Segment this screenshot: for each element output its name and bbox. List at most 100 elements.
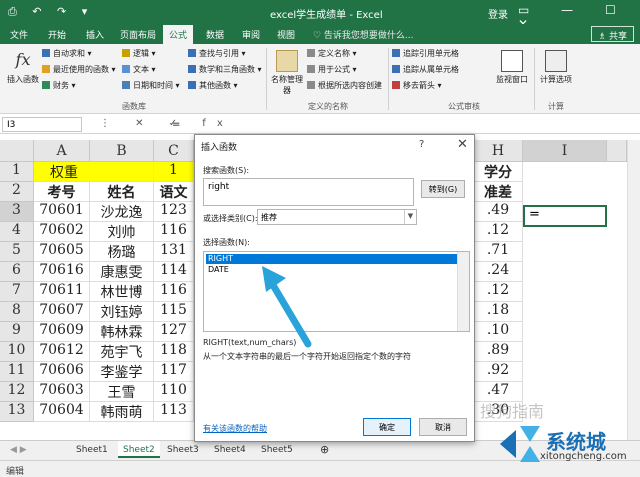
tab-view[interactable]: 视图 [277, 28, 295, 41]
logical-button[interactable]: 逻辑 ▾ [122, 48, 156, 59]
table-cell[interactable]: 70601 [34, 202, 90, 222]
table-cell[interactable]: 114 [154, 262, 194, 282]
table-cell[interactable]: 113 [154, 402, 194, 422]
column-header-i[interactable]: I [523, 140, 607, 162]
share-button[interactable]: ♗ 共享 [591, 26, 634, 42]
table-cell[interactable]: 70612 [34, 342, 90, 362]
row-header[interactable]: 13 [0, 402, 34, 422]
column-header-h[interactable]: H [474, 140, 523, 162]
column-header-b[interactable]: B [90, 140, 154, 162]
calc-options-button[interactable]: 计算选项 [537, 50, 575, 85]
row-header[interactable]: 12 [0, 382, 34, 402]
table-cell[interactable]: 70609 [34, 322, 90, 342]
use-in-formula-button[interactable]: 用于公式 ▾ [307, 64, 357, 75]
lookup-button[interactable]: 查找与引用 ▾ [188, 48, 246, 59]
table-cell[interactable]: 110 [154, 382, 194, 402]
select-all-corner[interactable] [0, 140, 34, 162]
function-item-date[interactable]: DATE [206, 265, 458, 275]
sheet-tab-2[interactable]: Sheet2 [118, 441, 160, 458]
row-header[interactable]: 11 [0, 362, 34, 382]
name-box[interactable]: I3 [2, 117, 82, 132]
sheet-tab-5[interactable]: Sheet5 [261, 445, 293, 455]
close-icon[interactable]: ✕ [457, 137, 468, 152]
table-cell[interactable]: 70611 [34, 282, 90, 302]
function-list[interactable]: RIGHT DATE [203, 251, 470, 332]
row-header[interactable]: 4 [0, 222, 34, 242]
login-link[interactable]: 登录 [488, 6, 508, 21]
tab-formulas[interactable]: 公式 [163, 25, 194, 44]
remove-arrows-button[interactable]: 移去箭头 ▾ [392, 80, 442, 91]
table-cell[interactable]: .10 [474, 322, 523, 342]
row-header[interactable]: 8 [0, 302, 34, 322]
table-cell[interactable]: 杨璐 [90, 242, 154, 262]
table-cell[interactable]: 韩雨萌 [90, 402, 154, 422]
table-cell[interactable]: 沙龙逸 [90, 202, 154, 222]
define-name-button[interactable]: 定义名称 ▾ [307, 48, 357, 59]
table-cell[interactable]: 123 [154, 202, 194, 222]
tab-page-layout[interactable]: 页面布局 [120, 28, 156, 41]
trace-precedents-button[interactable]: 追踪引用单元格 [392, 48, 459, 59]
cell-c2[interactable]: 语文 [154, 182, 194, 202]
cell-h2[interactable]: 准差 [474, 182, 523, 202]
table-cell[interactable]: 127 [154, 322, 194, 342]
row-header[interactable]: 1 [0, 162, 34, 182]
tab-file[interactable]: 文件 [10, 28, 28, 41]
tab-data[interactable]: 数据 [206, 28, 224, 41]
row-header[interactable]: 2 [0, 182, 34, 202]
row-header[interactable]: 5 [0, 242, 34, 262]
financial-button[interactable]: 财务 ▾ [42, 80, 76, 91]
table-cell[interactable]: 70603 [34, 382, 90, 402]
table-cell[interactable]: 刘钰婷 [90, 302, 154, 322]
table-cell[interactable]: 康惠雯 [90, 262, 154, 282]
tab-review[interactable]: 审阅 [242, 28, 260, 41]
table-cell[interactable]: 118 [154, 342, 194, 362]
function-help-link[interactable]: 有关该函数的帮助 [203, 423, 267, 434]
tab-home[interactable]: 开始 [48, 28, 66, 41]
table-cell[interactable]: 70602 [34, 222, 90, 242]
table-cell[interactable]: 苑宇飞 [90, 342, 154, 362]
datetime-button[interactable]: 日期和时间 ▾ [122, 80, 180, 91]
table-cell[interactable]: .18 [474, 302, 523, 322]
table-cell[interactable]: .49 [474, 202, 523, 222]
table-cell[interactable]: 116 [154, 282, 194, 302]
formula-buttons[interactable]: ⋮ ✕ ✓ fx [100, 118, 234, 129]
table-cell[interactable]: .24 [474, 262, 523, 282]
ok-button[interactable]: 确定 [363, 418, 411, 436]
trace-dependents-button[interactable]: 追踪从属单元格 [392, 64, 459, 75]
function-item-right[interactable]: RIGHT [206, 254, 458, 264]
table-cell[interactable]: 70604 [34, 402, 90, 422]
watch-window-button[interactable]: 监视窗口 [492, 50, 532, 85]
tab-insert[interactable]: 插入 [86, 28, 104, 41]
category-select[interactable]: 推荐 ▼ [257, 209, 417, 225]
table-cell[interactable]: 70607 [34, 302, 90, 322]
insert-function-button[interactable]: fx 插入函数 [4, 50, 42, 85]
cancel-button[interactable]: 取消 [419, 418, 467, 436]
row-header[interactable]: 9 [0, 322, 34, 342]
more-functions-button[interactable]: 其他函数 ▾ [188, 80, 238, 91]
quick-access-toolbar[interactable]: ⎙ ↶ ↷ ▾ [8, 5, 93, 19]
table-cell[interactable]: 70606 [34, 362, 90, 382]
row-header[interactable]: 10 [0, 342, 34, 362]
cell-a2[interactable]: 考号 [34, 182, 90, 202]
column-header-a[interactable]: A [34, 140, 90, 162]
sheet-tab-4[interactable]: Sheet4 [214, 445, 246, 455]
table-cell[interactable]: 70616 [34, 262, 90, 282]
search-input[interactable]: right [203, 178, 414, 206]
text-button[interactable]: 文本 ▾ [122, 64, 156, 75]
active-cell-i3[interactable]: = [523, 205, 607, 227]
formula-input[interactable]: = [172, 119, 180, 130]
name-manager-button[interactable]: 名称管理器 [270, 50, 304, 96]
add-sheet-button[interactable]: ⊕ [320, 443, 329, 456]
recent-functions-button[interactable]: 最近使用的函数 ▾ [42, 64, 116, 75]
column-header-j[interactable] [607, 140, 627, 162]
table-cell[interactable]: .89 [474, 342, 523, 362]
sheet-tab-1[interactable]: Sheet1 [76, 445, 108, 455]
table-cell[interactable]: .12 [474, 282, 523, 302]
table-cell[interactable]: .12 [474, 222, 523, 242]
table-cell[interactable]: .92 [474, 362, 523, 382]
table-cell[interactable]: 王雪 [90, 382, 154, 402]
table-cell[interactable]: .71 [474, 242, 523, 262]
vertical-scrollbar[interactable] [627, 140, 640, 440]
table-cell[interactable]: 李鉴学 [90, 362, 154, 382]
sheet-nav-arrows[interactable]: ◀ ▶ [10, 445, 27, 455]
